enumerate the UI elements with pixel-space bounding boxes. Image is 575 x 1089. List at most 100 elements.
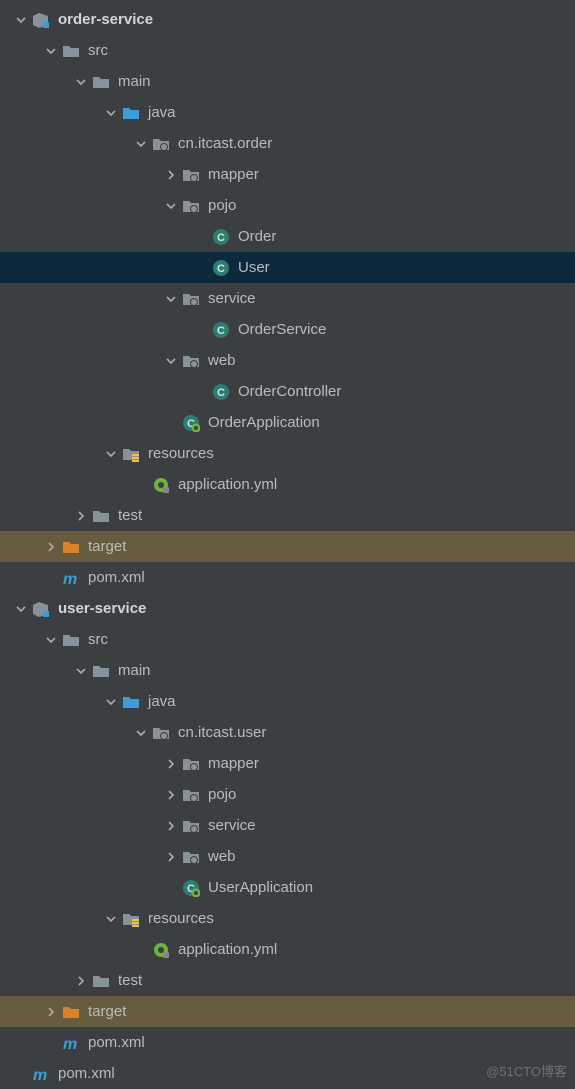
tree-row[interactable]: mapper (0, 159, 575, 190)
tree-row[interactable]: service (0, 810, 575, 841)
tree-row[interactable]: user-service (0, 593, 575, 624)
node-label: cn.itcast.user (178, 724, 266, 741)
tree-row[interactable]: resources (0, 438, 575, 469)
chevron-down-icon[interactable] (14, 13, 28, 27)
arrow-spacer (194, 230, 208, 244)
tree-row[interactable]: src (0, 624, 575, 655)
tree-row[interactable]: java (0, 97, 575, 128)
arrow-spacer (134, 478, 148, 492)
chevron-right-icon[interactable] (164, 850, 178, 864)
tree-row[interactable]: cn.itcast.user (0, 717, 575, 748)
node-label: src (88, 42, 108, 59)
tree-row[interactable]: application.yml (0, 469, 575, 500)
folder-src-icon (122, 693, 140, 711)
chevron-down-icon[interactable] (164, 354, 178, 368)
chevron-down-icon[interactable] (44, 633, 58, 647)
chevron-right-icon[interactable] (44, 540, 58, 554)
tree-row[interactable]: cn.itcast.order (0, 128, 575, 159)
chevron-down-icon[interactable] (14, 602, 28, 616)
tree-row[interactable]: main (0, 655, 575, 686)
tree-row[interactable]: service (0, 283, 575, 314)
tree-row[interactable]: COrderService (0, 314, 575, 345)
chevron-down-icon[interactable] (104, 447, 118, 461)
chevron-down-icon[interactable] (104, 106, 118, 120)
tree-row[interactable]: order-service (0, 4, 575, 35)
arrow-spacer (164, 881, 178, 895)
chevron-down-icon[interactable] (104, 695, 118, 709)
package-icon (182, 197, 200, 215)
node-label: User (238, 259, 270, 276)
watermark: @51CTO博客 (486, 1061, 567, 1080)
yml-icon (152, 476, 170, 494)
tree-row[interactable]: test (0, 500, 575, 531)
chevron-right-icon[interactable] (164, 757, 178, 771)
chevron-down-icon[interactable] (164, 292, 178, 306)
node-label: cn.itcast.order (178, 135, 272, 152)
chevron-down-icon[interactable] (44, 44, 58, 58)
arrow-spacer (194, 261, 208, 275)
tree-row[interactable]: target (0, 996, 575, 1027)
package-icon (182, 786, 200, 804)
tree-row[interactable]: COrder (0, 221, 575, 252)
tree-row[interactable]: java (0, 686, 575, 717)
tree-row[interactable]: CUserApplication (0, 872, 575, 903)
tree-row[interactable]: pojo (0, 190, 575, 221)
folder-icon (92, 662, 110, 680)
tree-row[interactable]: main (0, 66, 575, 97)
module-icon (32, 11, 50, 29)
tree-row[interactable]: pojo (0, 779, 575, 810)
tree-row[interactable]: test (0, 965, 575, 996)
node-label: src (88, 631, 108, 648)
svg-text:m: m (63, 1036, 77, 1052)
tree-row[interactable]: application.yml (0, 934, 575, 965)
arrow-spacer (44, 571, 58, 585)
folder-src-icon (122, 104, 140, 122)
chevron-right-icon[interactable] (74, 974, 88, 988)
tree-row[interactable]: C User (0, 252, 575, 283)
chevron-right-icon[interactable] (164, 788, 178, 802)
maven-icon: m (32, 1065, 50, 1083)
chevron-right-icon[interactable] (164, 819, 178, 833)
svg-text:m: m (33, 1067, 47, 1083)
chevron-right-icon[interactable] (44, 1005, 58, 1019)
spring-icon: C (182, 414, 200, 432)
svg-text:m: m (63, 571, 77, 587)
chevron-down-icon[interactable] (104, 912, 118, 926)
tree-row[interactable]: mapper (0, 748, 575, 779)
node-label: target (88, 538, 126, 555)
chevron-down-icon[interactable] (134, 137, 148, 151)
tree-row[interactable]: m pom.xml (0, 1027, 575, 1058)
package-icon (182, 755, 200, 773)
node-label: user-service (58, 600, 146, 617)
tree-row[interactable]: mpom.xml (0, 562, 575, 593)
tree-row[interactable]: web (0, 345, 575, 376)
node-label: pojo (208, 786, 236, 803)
tree-row[interactable]: web (0, 841, 575, 872)
class-icon: C (212, 228, 230, 246)
package-icon (182, 848, 200, 866)
class-icon: C (212, 259, 230, 277)
yml-icon (152, 941, 170, 959)
folder-icon (62, 42, 80, 60)
chevron-down-icon[interactable] (74, 664, 88, 678)
chevron-right-icon[interactable] (74, 509, 88, 523)
chevron-down-icon[interactable] (74, 75, 88, 89)
package-icon (182, 352, 200, 370)
class-icon: C (212, 321, 230, 339)
node-label: web (208, 352, 236, 369)
node-label: test (118, 507, 142, 524)
node-label: web (208, 848, 236, 865)
tree-row[interactable]: target (0, 531, 575, 562)
chevron-right-icon[interactable] (164, 168, 178, 182)
node-label: main (118, 662, 151, 679)
tree-row[interactable]: resources (0, 903, 575, 934)
folder-target-icon (62, 538, 80, 556)
chevron-down-icon[interactable] (134, 726, 148, 740)
node-label: pom.xml (88, 1034, 145, 1051)
tree-row[interactable]: src (0, 35, 575, 66)
tree-row[interactable]: COrderController (0, 376, 575, 407)
chevron-down-icon[interactable] (164, 199, 178, 213)
node-label: application.yml (178, 941, 277, 958)
tree-row[interactable]: COrderApplication (0, 407, 575, 438)
node-label: pom.xml (58, 1065, 115, 1082)
